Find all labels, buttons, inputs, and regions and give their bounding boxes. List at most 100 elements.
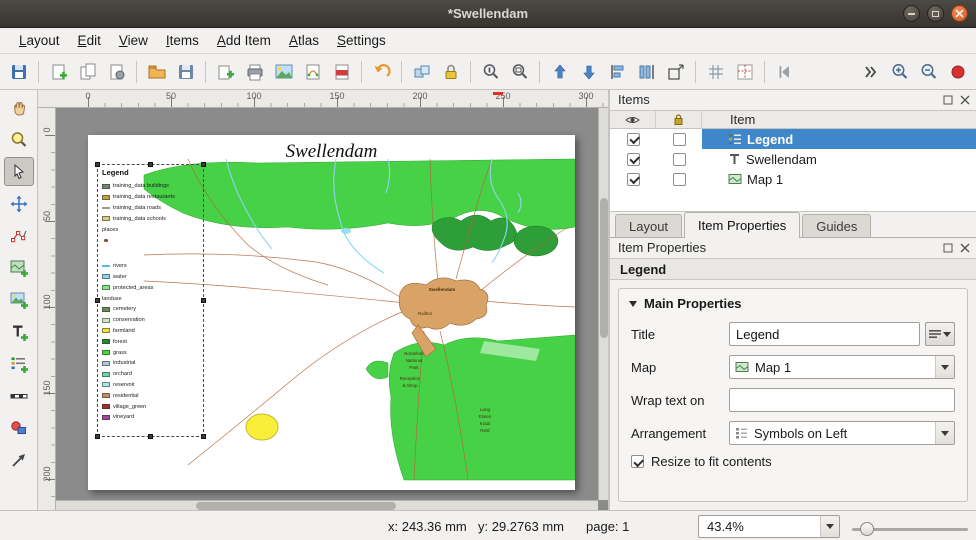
lower-items-button[interactable] [575,57,602,86]
pan-tool-button[interactable] [4,93,34,122]
ellipse-shape-item[interactable] [246,414,278,440]
resize-handle[interactable] [201,434,206,439]
duplicate-layout-button[interactable] [74,57,101,86]
menu-view[interactable]: View [110,30,157,51]
add-shape-button[interactable] [4,413,34,442]
scrollbar-thumb[interactable] [600,198,608,338]
zoom-out-button[interactable] [915,57,942,86]
layout-page[interactable]: Swellendam Railton Bontebok National Par… [88,135,575,490]
arrangement-combobox[interactable]: Symbols on Left [729,421,955,445]
resize-handle[interactable] [148,162,153,167]
menu-settings[interactable]: Settings [328,30,395,51]
add-map-icon [9,258,29,278]
float-panel-button[interactable] [942,94,954,106]
atlas-record-button[interactable] [944,57,971,86]
new-layout-button[interactable] [45,57,72,86]
title-label-item[interactable]: Swellendam [88,141,575,163]
resize-to-fit-checkbox[interactable] [631,455,644,468]
items-panel-title: Items [618,92,650,107]
atlas-first-button[interactable] [771,57,798,86]
add-label-button[interactable] [4,317,34,346]
resize-handle[interactable] [95,434,100,439]
menu-add-item[interactable]: Add Item [208,30,280,51]
zoom-slider-handle[interactable] [860,522,874,536]
items-row-legend[interactable]: Legend [610,129,976,149]
map-combobox[interactable]: Map 1 [729,355,955,379]
manage-guides-button[interactable] [731,57,758,86]
maximize-button[interactable] [927,5,944,22]
menu-edit[interactable]: Edit [69,30,110,51]
lock-items-button[interactable] [437,57,464,86]
menu-layout[interactable]: Layout [10,30,69,51]
edit-nodes-item-button[interactable] [4,221,34,250]
layout-canvas[interactable]: Swellendam Railton Bontebok National Par… [56,108,608,510]
resize-handle[interactable] [201,298,206,303]
zoom-level-combobox[interactable]: 43.4% [698,515,840,538]
resize-items-button[interactable] [662,57,689,86]
open-layout-button[interactable] [143,57,170,86]
add-legend-button[interactable] [4,349,34,378]
export-svg-button[interactable] [299,57,326,86]
float-panel-button[interactable] [942,242,954,254]
tab-item-properties[interactable]: Item Properties [684,212,800,238]
distribute-items-button[interactable] [633,57,660,86]
add-pages-button[interactable] [212,57,239,86]
selection-outline[interactable] [97,164,204,437]
lock-checkbox[interactable] [673,173,686,186]
export-image-button[interactable] [270,57,297,86]
combobox-arrow[interactable] [935,422,954,444]
more-tools-button[interactable] [857,57,884,86]
raise-items-button[interactable] [546,57,573,86]
pan-hand-icon [9,98,29,118]
add-picture-button[interactable] [4,285,34,314]
save-button[interactable] [5,57,32,86]
main-properties-header[interactable]: Main Properties [619,289,967,313]
add-arrow-button[interactable] [4,445,34,474]
wrap-text-input[interactable] [729,388,955,412]
zoom-actual-button[interactable] [477,57,504,86]
close-button[interactable] [951,5,968,22]
items-row-map1[interactable]: Map 1 [610,169,976,189]
tab-layout[interactable]: Layout [615,214,682,237]
zoom-slider[interactable] [852,528,968,531]
visibility-checkbox[interactable] [627,173,640,186]
close-panel-button[interactable] [959,242,971,254]
lock-checkbox[interactable] [673,133,686,146]
move-item-content-button[interactable] [4,189,34,218]
resize-handle[interactable] [95,298,100,303]
combobox-arrow[interactable] [820,516,839,537]
print-button[interactable] [241,57,268,86]
save-as-template-button[interactable] [172,57,199,86]
zoom-tool-button[interactable] [4,125,34,154]
export-pdf-button[interactable] [328,57,355,86]
align-items-button[interactable] [604,57,631,86]
zoom-in-button[interactable] [886,57,913,86]
tab-guides[interactable]: Guides [802,214,871,237]
visibility-checkbox[interactable] [627,153,640,166]
resize-handle[interactable] [148,434,153,439]
menu-items[interactable]: Items [157,30,208,51]
items-row-swellendam[interactable]: Swellendam [610,149,976,169]
canvas-vertical-scrollbar[interactable] [598,108,608,500]
visibility-checkbox[interactable] [627,133,640,146]
title-input[interactable] [729,322,920,346]
scrollbar-thumb[interactable] [196,502,396,510]
resize-handle[interactable] [95,162,100,167]
combobox-arrow[interactable] [935,356,954,378]
undo-button[interactable] [368,57,395,86]
minimize-button[interactable] [903,5,920,22]
resize-handle[interactable] [201,162,206,167]
select-move-item-button[interactable] [4,157,34,186]
group-items-button[interactable] [408,57,435,86]
layout-manager-button[interactable] [103,57,130,86]
add-scalebar-button[interactable] [4,381,34,410]
grid-button[interactable] [702,57,729,86]
add-map-button[interactable] [4,253,34,282]
canvas-horizontal-scrollbar[interactable] [56,500,598,510]
close-panel-button[interactable] [959,94,971,106]
menu-atlas[interactable]: Atlas [280,30,328,51]
lock-checkbox[interactable] [673,153,686,166]
zoom-full-button[interactable] [506,57,533,86]
data-defined-override-button[interactable] [925,322,955,346]
close-icon [955,9,964,18]
